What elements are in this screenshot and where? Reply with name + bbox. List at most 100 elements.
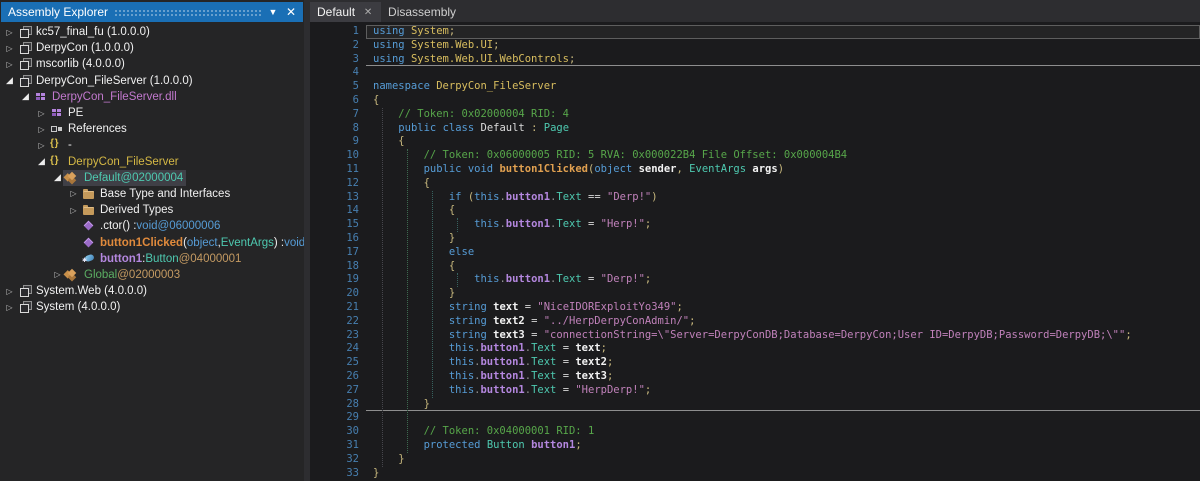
- expander-collapsed-icon[interactable]: ▷: [4, 287, 15, 296]
- tree-label-part: @06000006: [158, 220, 221, 232]
- expander-collapsed-icon[interactable]: ▷: [36, 141, 47, 150]
- expander-collapsed-icon[interactable]: ▷: [4, 28, 15, 37]
- code-line-22[interactable]: 22 string text2 = "../HerpDerpyConAdmin/…: [310, 315, 1200, 329]
- expander-collapsed-icon[interactable]: ▷: [36, 125, 47, 134]
- code-line-14[interactable]: 14 {: [310, 204, 1200, 218]
- tree-item-ctor-void-06000006[interactable]: .ctor() : void @06000006: [0, 218, 304, 234]
- line-number: 15: [310, 218, 366, 232]
- expander-collapsed-icon[interactable]: ▷: [4, 303, 15, 312]
- code-line-25[interactable]: 25 this.button1.Text = text2;: [310, 356, 1200, 370]
- code-line-21[interactable]: 21 string text = "NiceIDORExploitYo349";: [310, 301, 1200, 315]
- code-line-32[interactable]: 32 }: [310, 453, 1200, 467]
- code-line-11[interactable]: 11 public void button1Clicked(object sen…: [310, 163, 1200, 177]
- code-line-8[interactable]: 8 public class Default : Page: [310, 122, 1200, 136]
- module-icon: [34, 91, 48, 103]
- code-line-6[interactable]: 6{: [310, 94, 1200, 108]
- code-line-2[interactable]: 2using System.Web.UI;: [310, 39, 1200, 53]
- code-line-15[interactable]: 15 this.button1.Text = "Herp!";: [310, 218, 1200, 232]
- tree-item-derived-types[interactable]: ▷Derived Types: [0, 202, 304, 218]
- expander-expanded-icon[interactable]: ◢: [20, 91, 31, 102]
- code-line-text: {: [366, 204, 1200, 218]
- indent-guide: [457, 218, 458, 232]
- code-line-17[interactable]: 17 else: [310, 246, 1200, 260]
- tree-item-derpycon-fileserver-dll[interactable]: ◢DerpyCon_FileServer.dll: [0, 89, 304, 105]
- code-line-16[interactable]: 16 }: [310, 232, 1200, 246]
- assembly-explorer-header[interactable]: Assembly Explorer ▼ ✕: [1, 2, 303, 22]
- code-line-text: using System;: [366, 25, 1200, 39]
- code-line-5[interactable]: 5namespace DerpyCon_FileServer: [310, 80, 1200, 94]
- code-line-27[interactable]: 27 this.button1.Text = "HerpDerp!";: [310, 384, 1200, 398]
- close-icon[interactable]: ✕: [362, 7, 374, 18]
- line-number: 17: [310, 246, 366, 260]
- expander-expanded-icon[interactable]: ◢: [4, 75, 15, 86]
- code-line-3[interactable]: 3using System.Web.UI.WebControls;: [310, 53, 1200, 67]
- tree-item-label: System (4.0.0.0): [15, 299, 123, 315]
- tree-item-references[interactable]: ▷References: [0, 121, 304, 137]
- code-line-text: using System.Web.UI;: [366, 39, 1200, 53]
- expander-collapsed-icon[interactable]: ▷: [68, 206, 79, 215]
- tree-item-derpycon-fileserver-1-0-0-0[interactable]: ◢DerpyCon_FileServer (1.0.0.0): [0, 73, 304, 89]
- code-line-9[interactable]: 9 {: [310, 135, 1200, 149]
- tree-item-pe[interactable]: ▷PE: [0, 105, 304, 121]
- tree-item-derpycon-1-0-0-0[interactable]: ▷DerpyCon (1.0.0.0): [0, 40, 304, 56]
- code-line-12[interactable]: 12 {: [310, 177, 1200, 191]
- code-line-text: public class Default : Page: [366, 122, 1200, 136]
- ns-icon: [50, 139, 64, 151]
- line-number: 20: [310, 287, 366, 301]
- tree-item-label: References: [47, 121, 130, 137]
- code-line-24[interactable]: 24 this.button1.Text = text;: [310, 342, 1200, 356]
- code-line-23[interactable]: 23 string text3 = "connectionString=\"Se…: [310, 329, 1200, 343]
- tree-item-mscorlib-4-0-0-0[interactable]: ▷mscorlib (4.0.0.0): [0, 56, 304, 72]
- close-icon[interactable]: ✕: [283, 4, 299, 20]
- code-line-26[interactable]: 26 this.button1.Text = text3;: [310, 370, 1200, 384]
- tab-disassembly[interactable]: Disassembly: [381, 2, 463, 22]
- expander-expanded-icon[interactable]: ◢: [36, 156, 47, 167]
- tree-label-part: button1: [100, 253, 142, 265]
- code-line-4[interactable]: 4: [310, 66, 1200, 80]
- code-line-28[interactable]: 28 }: [310, 398, 1200, 412]
- assembly-icon: [18, 26, 32, 38]
- code-line-13[interactable]: 13 if (this.button1.Text == "Derp!"): [310, 191, 1200, 205]
- tree-item-base-type-and-interfaces[interactable]: ▷ Base Type and Interfaces: [0, 186, 304, 202]
- code-line-text: {: [366, 177, 1200, 191]
- code-line-31[interactable]: 31 protected Button button1;: [310, 439, 1200, 453]
- code-line-text: }: [366, 287, 1200, 301]
- expander-collapsed-icon[interactable]: ▷: [4, 60, 15, 69]
- line-number: 27: [310, 384, 366, 398]
- expander-collapsed-icon[interactable]: ▷: [68, 189, 79, 198]
- line-number: 8: [310, 122, 366, 136]
- expander-expanded-icon[interactable]: ◢: [52, 172, 63, 183]
- line-number: 28: [310, 398, 366, 412]
- tree-item-button1clicked-object-eventargs-void[interactable]: button1Clicked(object, EventArgs) : void: [0, 234, 304, 250]
- code-line-29[interactable]: 29: [310, 411, 1200, 425]
- tree-item-global-02000003[interactable]: ▷Global @02000003: [0, 267, 304, 283]
- code-line-30[interactable]: 30 // Token: 0x04000001 RID: 1: [310, 425, 1200, 439]
- tree-item-kc57-final-fu-1-0-0-0[interactable]: ▷kc57_final_fu (1.0.0.0): [0, 24, 304, 40]
- indent-guide: [457, 273, 458, 287]
- line-number: 23: [310, 329, 366, 343]
- code-line-7[interactable]: 7 // Token: 0x02000004 RID: 4: [310, 108, 1200, 122]
- tree-item-label: System.Web (4.0.0.0): [15, 283, 150, 299]
- expander-collapsed-icon[interactable]: ▷: [4, 44, 15, 53]
- tab-default[interactable]: Default✕: [310, 2, 381, 22]
- caret-down-icon[interactable]: ▼: [265, 4, 281, 20]
- expander-collapsed-icon[interactable]: ▷: [36, 109, 47, 118]
- tree-item-default-02000004[interactable]: ◢Default @02000004: [0, 170, 304, 186]
- code-line-10[interactable]: 10 // Token: 0x06000005 RID: 5 RVA: 0x00…: [310, 149, 1200, 163]
- code-line-1[interactable]: 1using System;: [310, 25, 1200, 39]
- tree-item-system-4-0-0-0[interactable]: ▷System (4.0.0.0): [0, 299, 304, 315]
- tree-item-label: Derived Types: [79, 202, 176, 218]
- expander-collapsed-icon[interactable]: ▷: [52, 270, 63, 279]
- tree-item-derpycon-fileserver[interactable]: ◢DerpyCon_FileServer: [0, 154, 304, 170]
- tree-label-part: Base Type and Interfaces: [100, 188, 230, 200]
- code-editor[interactable]: 1using System;2using System.Web.UI;3usin…: [310, 22, 1200, 481]
- tree-item-label: DerpyCon_FileServer.dll: [31, 89, 180, 105]
- tree-item-button1-button-04000001[interactable]: button1 : Button @04000001: [0, 251, 304, 267]
- code-line-33[interactable]: 33}: [310, 467, 1200, 481]
- tree-item-system-web-4-0-0-0[interactable]: ▷System.Web (4.0.0.0): [0, 283, 304, 299]
- code-line-19[interactable]: 19 this.button1.Text = "Derp!";: [310, 273, 1200, 287]
- code-line-18[interactable]: 18 {: [310, 260, 1200, 274]
- code-line-20[interactable]: 20 }: [310, 287, 1200, 301]
- line-number: 10: [310, 149, 366, 163]
- tree-item-item[interactable]: ▷-: [0, 137, 304, 153]
